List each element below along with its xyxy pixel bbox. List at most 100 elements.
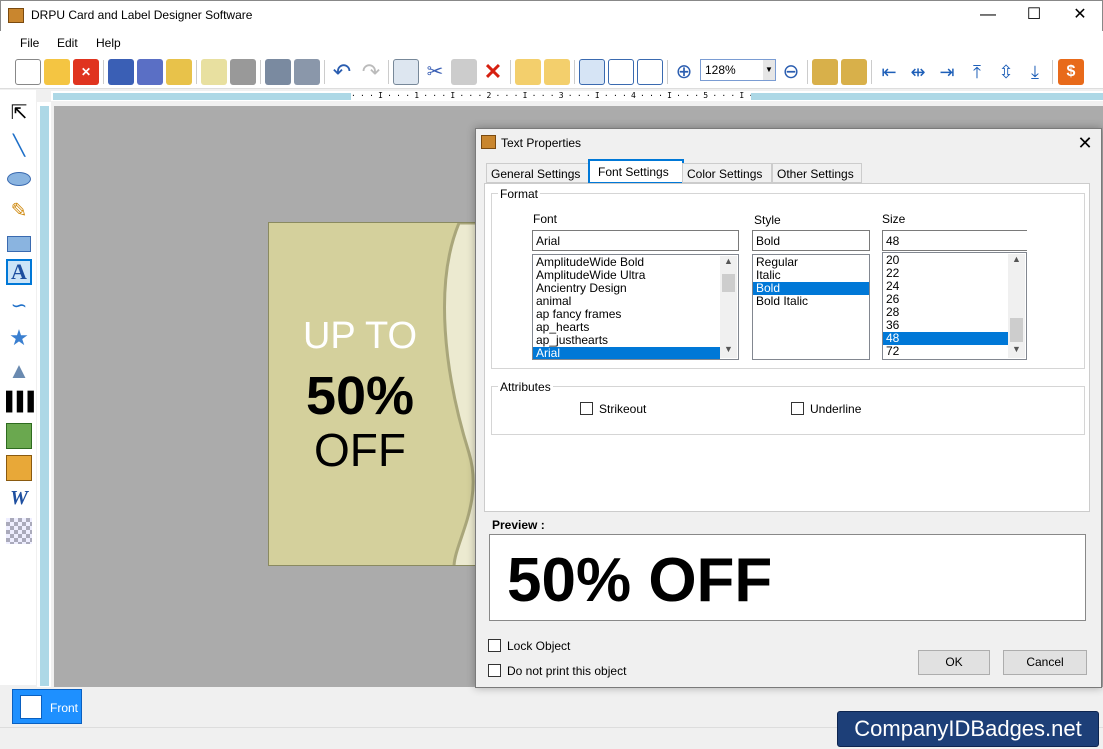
grid-icon[interactable] <box>579 59 605 85</box>
save-icon[interactable] <box>108 59 134 85</box>
line-icon[interactable]: ╲ <box>6 133 32 159</box>
tab-other-settings[interactable]: Other Settings <box>772 163 862 183</box>
triangle-icon[interactable]: ▲ <box>6 358 32 384</box>
align-top-icon[interactable]: ⤒ <box>964 59 990 85</box>
zoom-in-icon[interactable]: ⊕ <box>671 59 697 85</box>
rectangle-icon[interactable] <box>6 231 32 257</box>
list-item[interactable]: 24 <box>883 280 1008 293</box>
tab-color-settings[interactable]: Color Settings <box>682 163 772 183</box>
save-as-icon[interactable] <box>137 59 163 85</box>
settings-icon[interactable] <box>637 59 663 85</box>
font-scrollbar[interactable]: ▲ ▼ <box>720 256 737 358</box>
list-item[interactable]: 20 <box>883 254 1008 267</box>
list-item[interactable]: Bold Italic <box>753 295 869 308</box>
curve-icon[interactable]: ∽ <box>6 293 32 319</box>
list-item[interactable]: 72 <box>883 345 1008 358</box>
list-item[interactable]: 22 <box>883 267 1008 280</box>
cut-icon[interactable]: ✂ <box>422 59 448 85</box>
card-text-off[interactable]: OFF <box>269 423 451 477</box>
text-tool-icon[interactable]: A <box>6 259 32 285</box>
font-listbox[interactable]: AmplitudeWide Bold AmplitudeWide Ultra A… <box>532 254 739 360</box>
toolbar-separator <box>1052 60 1053 84</box>
maximize-button[interactable]: ☐ <box>1011 0 1057 30</box>
chevron-down-icon[interactable]: ▼ <box>1008 344 1025 358</box>
minimize-button[interactable]: — <box>965 0 1011 30</box>
picture-library-icon[interactable] <box>6 455 32 481</box>
pointer-icon[interactable]: ⇱ <box>6 100 32 126</box>
dollar-icon[interactable]: $ <box>1058 59 1084 85</box>
card-text-percent[interactable]: 50% <box>269 365 451 427</box>
do-not-print-checkbox[interactable] <box>488 664 501 677</box>
edit-icon[interactable] <box>201 59 227 85</box>
lock-object-checkbox[interactable] <box>488 639 501 652</box>
style-input[interactable]: Bold <box>752 230 870 251</box>
dialog-close-button[interactable]: ✕ <box>1072 131 1098 155</box>
database-add-icon[interactable] <box>265 59 291 85</box>
image-icon[interactable] <box>6 423 32 449</box>
page-tab-front[interactable]: Front <box>12 689 82 724</box>
align-middle-icon[interactable]: ⇳ <box>993 59 1019 85</box>
size-listbox[interactable]: 20 22 24 26 28 36 48 72 ▲ ▼ <box>882 252 1027 360</box>
menu-edit[interactable]: Edit <box>57 36 78 50</box>
ellipse-icon[interactable] <box>6 166 32 192</box>
send-back-icon[interactable] <box>544 59 570 85</box>
export-icon[interactable] <box>166 59 192 85</box>
cancel-button[interactable]: Cancel <box>1003 650 1087 675</box>
open-folder-icon[interactable] <box>44 59 70 85</box>
strikeout-checkbox[interactable] <box>580 402 593 415</box>
menu-help[interactable]: Help <box>96 36 121 50</box>
chevron-up-icon[interactable]: ▲ <box>720 256 737 270</box>
chevron-up-icon[interactable]: ▲ <box>1008 254 1025 268</box>
background-icon[interactable] <box>6 518 32 544</box>
tab-general-settings[interactable]: General Settings <box>486 163 589 183</box>
chevron-down-icon[interactable]: ▼ <box>720 344 737 358</box>
lock-icon[interactable] <box>812 59 838 85</box>
toolbar-separator <box>871 60 872 84</box>
tab-font-settings[interactable]: Font Settings <box>588 159 684 184</box>
ok-button[interactable]: OK <box>918 650 990 675</box>
new-icon[interactable] <box>15 59 41 85</box>
print-icon[interactable] <box>230 59 256 85</box>
align-right-icon[interactable]: ⇥ <box>934 59 960 85</box>
list-item-selected[interactable]: 48 <box>883 332 1008 345</box>
wordart-icon[interactable]: W <box>6 487 32 513</box>
align-center-icon[interactable]: ⇹ <box>905 59 931 85</box>
style-listbox[interactable]: Regular Italic Bold Bold Italic <box>752 254 870 360</box>
center-icon[interactable] <box>608 59 634 85</box>
list-item[interactable]: 36 <box>883 319 1008 332</box>
font-label: Font <box>533 212 558 226</box>
list-item[interactable]: ap_justhearts <box>533 334 720 347</box>
list-item[interactable]: 28 <box>883 306 1008 319</box>
align-bottom-icon[interactable]: ⤓ <box>1022 59 1048 85</box>
underline-checkbox[interactable] <box>791 402 804 415</box>
paste-icon[interactable] <box>451 59 477 85</box>
size-input[interactable]: 48 <box>882 230 1027 251</box>
unlock-icon[interactable] <box>841 59 867 85</box>
zoom-out-icon[interactable]: ⊖ <box>778 59 804 85</box>
close-button[interactable]: ✕ <box>1057 0 1103 30</box>
chevron-down-icon[interactable]: ▼ <box>763 60 775 80</box>
undo-icon[interactable]: ↶ <box>329 59 355 85</box>
attributes-label: Attributes <box>498 380 553 394</box>
redo-icon[interactable]: ↷ <box>358 59 384 85</box>
card[interactable]: UP TO 50% OFF <box>268 222 478 566</box>
toolbar-separator <box>667 60 668 84</box>
scroll-thumb[interactable] <box>722 274 735 292</box>
list-item[interactable]: 26 <box>883 293 1008 306</box>
delete-icon[interactable]: ✕ <box>480 59 506 85</box>
barcode-icon[interactable]: ▌▌▌▌ <box>6 391 51 417</box>
pencil-icon[interactable]: ✎ <box>6 198 32 224</box>
bring-front-icon[interactable] <box>515 59 541 85</box>
star-icon[interactable]: ★ <box>6 325 32 351</box>
copy-icon[interactable] <box>393 59 419 85</box>
close-file-icon[interactable]: ✕ <box>73 59 99 85</box>
size-scrollbar[interactable]: ▲ ▼ <box>1008 254 1025 358</box>
scroll-thumb[interactable] <box>1010 318 1023 342</box>
menu-file[interactable]: File <box>20 36 39 50</box>
list-item-selected[interactable]: Arial <box>533 347 720 359</box>
card-text-upto[interactable]: UP TO <box>269 315 451 358</box>
align-left-icon[interactable]: ⇤ <box>876 59 902 85</box>
font-input[interactable]: Arial <box>532 230 739 251</box>
database-icon[interactable] <box>294 59 320 85</box>
preview-text: 50% OFF <box>507 546 773 615</box>
